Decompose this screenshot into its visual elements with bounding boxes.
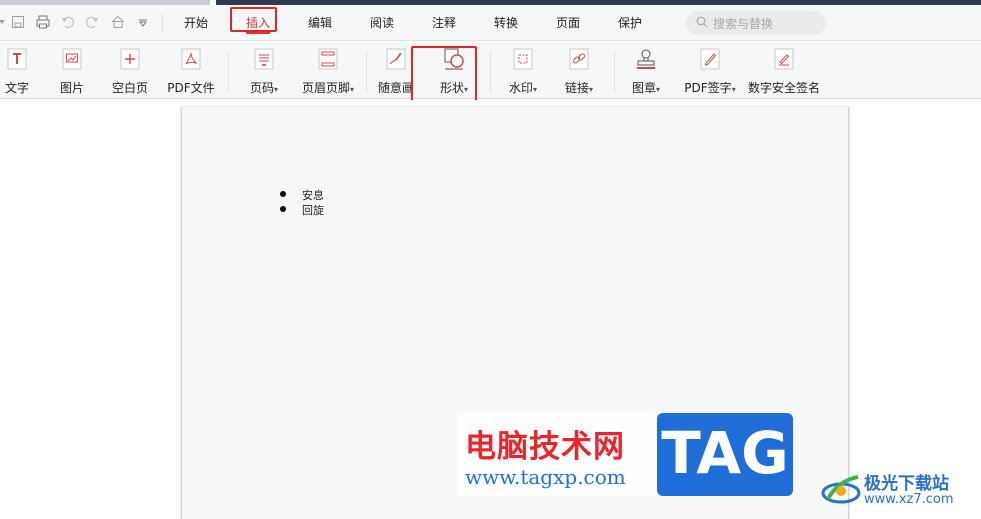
tool-pdf-sign-label: PDF签字▾: [682, 79, 738, 96]
list-item-text: 回旋: [302, 204, 324, 217]
pdf-sign-icon: [700, 48, 720, 70]
toolbar-divider: [614, 52, 615, 92]
tool-link[interactable]: 链接▾: [560, 47, 598, 97]
tab-protect[interactable]: 保护: [615, 14, 645, 32]
watermark-brand-url: www.tagxp.com: [465, 465, 626, 489]
tab-read[interactable]: 阅读: [367, 14, 397, 32]
menu-bar: 开始 插入 编辑 阅读 注释 转换 页面 保护 搜索与替换: [0, 5, 981, 41]
image-icon: [62, 48, 82, 70]
watermark-brand-cn: 电脑技术网: [465, 429, 625, 465]
tool-watermark[interactable]: 水印▾: [504, 47, 542, 97]
tool-stamp-text: 图章: [631, 81, 656, 95]
save-icon[interactable]: [10, 14, 26, 30]
menu-divider: [162, 14, 163, 32]
aurora-logo-icon: [821, 475, 861, 504]
search-icon: [696, 16, 708, 28]
chevron-down-icon[interactable]: [0, 14, 10, 30]
home-icon[interactable]: [110, 14, 126, 30]
tool-blank-page-label: 空白页: [111, 81, 148, 95]
tool-page-number-label: 页码▾: [244, 79, 284, 96]
link-icon: [569, 48, 589, 70]
pdf-file-icon: [181, 48, 201, 70]
watermark-site-url: www.xz7.com: [864, 492, 954, 507]
header-footer-icon: [318, 48, 338, 70]
highlight-shape-tool: [411, 46, 477, 102]
tool-digital-signature[interactable]: 数字安全签名: [746, 47, 822, 97]
dropdown-caret-icon[interactable]: ▾: [274, 85, 278, 94]
tool-link-text: 链接: [564, 81, 589, 95]
undo-icon[interactable]: [60, 14, 76, 30]
toolbar-divider: [490, 52, 491, 92]
tab-start[interactable]: 开始: [181, 14, 211, 32]
watermark-tag-logo: TAG: [657, 413, 793, 496]
toolbar-divider: [228, 52, 229, 92]
list-item[interactable]: 回旋: [280, 202, 480, 218]
tool-header-footer-label: 页眉页脚▾: [298, 79, 358, 96]
freehand-icon: [386, 48, 406, 70]
tab-convert[interactable]: 转换: [491, 14, 521, 32]
search-replace-box[interactable]: 搜索与替换: [686, 11, 826, 35]
tab-page[interactable]: 页面: [553, 14, 583, 32]
tool-header-footer[interactable]: 页眉页脚▾: [298, 47, 358, 97]
tool-image[interactable]: 图片: [54, 47, 90, 97]
tool-text-label: 文字: [4, 81, 29, 95]
dropdown-caret-icon[interactable]: ▾: [533, 85, 537, 94]
blank-page-icon: [120, 48, 140, 70]
tool-digital-signature-label: 数字安全签名: [747, 81, 820, 95]
digital-signature-icon: [774, 48, 794, 70]
print-icon[interactable]: [35, 14, 51, 30]
redo-icon[interactable]: [84, 14, 100, 30]
tool-freehand[interactable]: 随意画: [376, 47, 416, 97]
bullet-icon: [280, 206, 286, 212]
list-item[interactable]: 安息: [280, 187, 480, 203]
watermark-tag-text: TAG: [661, 419, 789, 487]
page-number-icon: [254, 48, 274, 70]
tool-pdf-sign-text: PDF签字: [684, 81, 732, 95]
tool-header-footer-text: 页眉页脚: [301, 81, 350, 95]
tool-freehand-label: 随意画: [377, 81, 414, 95]
dropdown-caret-icon[interactable]: ▾: [589, 85, 593, 94]
tool-pdf-sign[interactable]: PDF签字▾: [682, 47, 738, 97]
dropdown-caret-icon[interactable]: ▾: [350, 85, 354, 94]
bullet-icon: [280, 191, 286, 197]
tool-image-label: 图片: [59, 81, 84, 95]
search-placeholder: 搜索与替换: [713, 17, 774, 31]
tool-pdf-file-label: PDF文件: [167, 81, 215, 95]
tool-watermark-label: 水印▾: [504, 79, 542, 96]
dropdown-caret-icon[interactable]: ▾: [656, 85, 660, 94]
tool-watermark-text: 水印: [508, 81, 533, 95]
active-tab-indicator: [246, 32, 270, 34]
text-t-icon: [7, 48, 27, 70]
site-watermark: 电脑技术网 www.tagxp.com TAG: [457, 413, 797, 496]
tool-stamp[interactable]: 图章▾: [626, 47, 666, 97]
stamp-icon: [637, 49, 655, 69]
dropdown-caret-icon[interactable]: ▾: [732, 85, 736, 94]
tool-link-label: 链接▾: [560, 79, 598, 96]
site-watermark-2: 极光下载站 www.xz7.com: [818, 467, 978, 515]
watermark-icon: [513, 48, 533, 70]
tab-edit[interactable]: 编辑: [305, 14, 335, 32]
tool-pdf-file[interactable]: PDF文件: [166, 47, 216, 97]
tool-stamp-label: 图章▾: [626, 79, 666, 96]
tab-annotate[interactable]: 注释: [429, 14, 459, 32]
tool-blank-page[interactable]: 空白页: [108, 47, 152, 97]
customize-quick-access-icon[interactable]: [135, 14, 151, 30]
tool-page-number-text: 页码: [249, 81, 274, 95]
highlight-insert-tab: [230, 7, 277, 32]
watermark-site-name: 极光下载站: [864, 474, 949, 494]
tool-page-number[interactable]: 页码▾: [244, 47, 284, 97]
tool-text[interactable]: 文字: [0, 47, 34, 97]
list-item-text: 安息: [302, 189, 324, 202]
insert-toolbar: 文字 图片 空白页 PDF文件 页码▾ 页眉页脚▾ 随意画 形状▾ 水印▾ 链接…: [0, 42, 981, 99]
toolbar-divider: [366, 52, 367, 92]
